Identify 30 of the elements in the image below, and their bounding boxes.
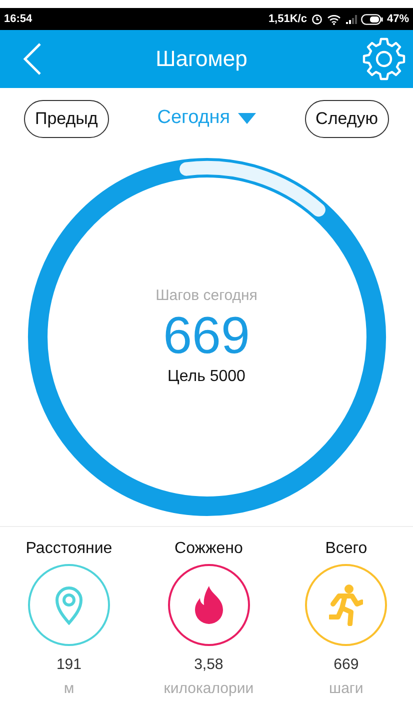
- previous-button[interactable]: Предыд: [24, 100, 109, 138]
- metric-label: Всего: [325, 539, 368, 559]
- battery-percent: 47%: [386, 12, 409, 27]
- dropdown-caret-icon: [238, 112, 256, 124]
- metric-value: 669: [334, 656, 359, 674]
- steps-caption: Шагов сегодня: [156, 286, 258, 306]
- battery-icon: [360, 14, 383, 24]
- metric-unit: м: [64, 680, 74, 698]
- wifi-icon: [326, 14, 341, 24]
- location-pin-icon: [54, 585, 84, 625]
- running-person-icon: [329, 584, 364, 626]
- settings-button[interactable]: [361, 36, 407, 82]
- metric-unit: килокалории: [164, 680, 254, 698]
- network-speed: 1,51K/c: [268, 12, 307, 27]
- metric-unit: шаги: [329, 680, 364, 698]
- step-count: 669: [163, 308, 250, 365]
- next-button[interactable]: Следую: [304, 100, 389, 138]
- screen-title: Шагомер: [156, 46, 248, 72]
- metric-label: Сожжено: [174, 539, 243, 559]
- back-button[interactable]: [22, 42, 42, 76]
- settings-icon: [361, 36, 407, 82]
- metric-label: Расстояние: [26, 539, 112, 559]
- signal-icon: [344, 14, 357, 24]
- metric-value: 191: [56, 656, 82, 674]
- metric-value: 3,58: [194, 656, 224, 674]
- back-icon: [22, 42, 42, 76]
- alarm-icon: [310, 13, 323, 25]
- flame-icon: [192, 586, 225, 624]
- status-time: 16:54: [4, 12, 32, 27]
- step-goal: Цель 5000: [168, 366, 246, 387]
